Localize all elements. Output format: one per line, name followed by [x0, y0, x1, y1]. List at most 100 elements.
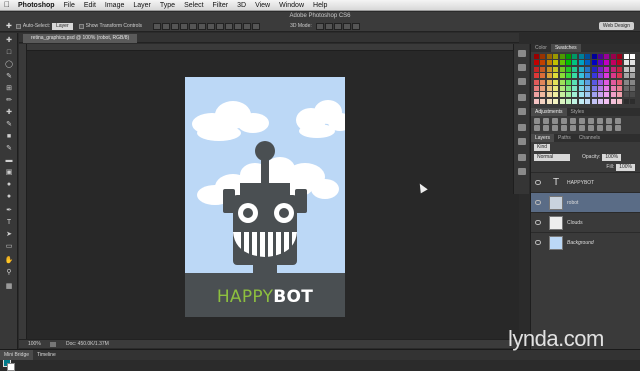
layer-row-robot[interactable]: robot [531, 192, 640, 212]
actions-panel-icon[interactable] [518, 168, 526, 175]
swatch-chip[interactable] [559, 66, 565, 72]
swatch-chip[interactable] [572, 86, 578, 91]
tab-styles[interactable]: Styles [567, 108, 589, 116]
background-color-swatch[interactable] [7, 363, 15, 371]
tab-adjustments[interactable]: Adjustments [531, 108, 567, 116]
swatch-chip[interactable] [591, 98, 597, 104]
adjustment-icon[interactable] [606, 125, 612, 131]
healing-icon[interactable]: ✚ [4, 109, 14, 117]
swatch-chip[interactable] [546, 98, 552, 104]
tab-mini-bridge[interactable]: Mini Bridge [0, 350, 34, 360]
adjustment-icon[interactable] [561, 118, 567, 124]
lasso-icon[interactable]: ◯ [4, 61, 14, 69]
swatch-chip[interactable] [578, 79, 584, 85]
tab-channels[interactable]: Channels [575, 134, 604, 142]
swatch-chip[interactable] [604, 73, 610, 79]
shape-icon[interactable]: ▭ [4, 243, 14, 251]
swatch-chip[interactable] [559, 92, 565, 98]
swatch-chip[interactable] [604, 79, 610, 85]
swatch-chip[interactable] [566, 79, 571, 85]
align-bottom-button[interactable] [171, 22, 180, 30]
swatch-chip[interactable] [546, 79, 552, 85]
swatch-chip[interactable] [559, 86, 565, 91]
path-select-icon[interactable]: ➤ [4, 231, 14, 239]
adjustment-icon[interactable] [534, 118, 540, 124]
adjustment-icon[interactable] [597, 118, 603, 124]
crop-icon[interactable]: ⊞ [4, 85, 14, 93]
adjustment-icon[interactable] [579, 125, 585, 131]
opacity-field[interactable]: 100% [602, 153, 622, 161]
adjustment-icon[interactable] [588, 118, 594, 124]
swatch-chip[interactable] [534, 79, 539, 85]
swatch-chip[interactable] [566, 98, 571, 104]
swatch-chip[interactable] [630, 92, 635, 98]
swatch-chip[interactable] [572, 66, 578, 72]
swatch-chip[interactable] [534, 98, 539, 104]
swatch-chip[interactable] [604, 86, 610, 91]
align-right-button[interactable] [198, 22, 207, 30]
swatch-chip[interactable] [617, 60, 623, 66]
swatch-chip[interactable] [534, 66, 539, 72]
swatch-chip[interactable] [578, 60, 584, 66]
adjustment-icons[interactable] [534, 118, 637, 132]
swatch-chip[interactable] [540, 73, 546, 79]
swatch-chip[interactable] [559, 98, 565, 104]
adjustment-icon[interactable] [606, 118, 612, 124]
swatch-chip[interactable] [540, 92, 546, 98]
align-top-button[interactable] [153, 22, 162, 30]
swatch-chip[interactable] [559, 60, 565, 66]
swatch-chip[interactable] [559, 54, 565, 59]
swatch-chip[interactable] [572, 92, 578, 98]
swatch-chip[interactable] [566, 92, 571, 98]
swatch-chip[interactable] [559, 79, 565, 85]
menu-edit[interactable]: Edit [84, 2, 96, 9]
brush-icon[interactable]: ✎ [4, 121, 14, 129]
tab-layers[interactable]: Layers [531, 134, 555, 142]
transform-controls-checkbox[interactable] [78, 23, 84, 29]
adjustment-icon[interactable] [588, 125, 594, 131]
properties-panel-icon[interactable] [518, 64, 526, 71]
swatch-chip[interactable] [591, 79, 597, 85]
swatch-chip[interactable] [585, 66, 591, 72]
info-panel-icon[interactable] [518, 78, 526, 85]
swatch-chip[interactable] [540, 86, 546, 91]
swatch-chip[interactable] [540, 60, 546, 66]
auto-select-checkbox[interactable] [15, 23, 21, 29]
adjustment-icon[interactable] [570, 118, 576, 124]
swatch-chip[interactable] [617, 86, 623, 91]
swatch-chip[interactable] [572, 79, 578, 85]
swatch-chip[interactable] [540, 79, 546, 85]
swatch-chip[interactable] [578, 86, 584, 91]
menu-select[interactable]: Select [184, 2, 203, 9]
swatch-chip[interactable] [630, 60, 635, 66]
menu-filter[interactable]: Filter [213, 2, 229, 9]
swatch-chip[interactable] [591, 73, 597, 79]
adjustment-icon[interactable] [597, 125, 603, 131]
adjustment-icon[interactable] [579, 118, 585, 124]
swatch-chip[interactable] [610, 79, 616, 85]
align-left-button[interactable] [180, 22, 189, 30]
swatch-chip[interactable] [630, 86, 635, 91]
swatch-chip[interactable] [566, 54, 571, 59]
swatch-chip[interactable] [566, 60, 571, 66]
swatch-chip[interactable] [546, 92, 552, 98]
swatch-chip[interactable] [623, 54, 629, 59]
auto-select-dropdown[interactable]: Layer [52, 22, 73, 30]
tab-color[interactable]: Color [531, 44, 551, 52]
swatch-chip[interactable] [578, 54, 584, 59]
swatch-chip[interactable] [559, 73, 565, 79]
swatch-chip[interactable] [598, 73, 603, 79]
swatch-chip[interactable] [578, 98, 584, 104]
layer-row-clouds[interactable]: Clouds [531, 212, 640, 232]
distribute-left-button[interactable] [234, 22, 243, 30]
history-panel-icon[interactable] [518, 50, 526, 57]
swatch-chip[interactable] [604, 92, 610, 98]
swatch-chip[interactable] [553, 79, 559, 85]
swatch-chip[interactable] [623, 92, 629, 98]
default-colors-icon[interactable]: ▦ [4, 283, 14, 291]
swatch-chip[interactable] [566, 66, 571, 72]
menu-view[interactable]: View [255, 2, 270, 9]
dodge-icon[interactable]: ● [4, 193, 14, 201]
hand-icon[interactable]: ✋ [4, 257, 14, 265]
move-tool-icon[interactable]: ✚ [6, 22, 12, 30]
